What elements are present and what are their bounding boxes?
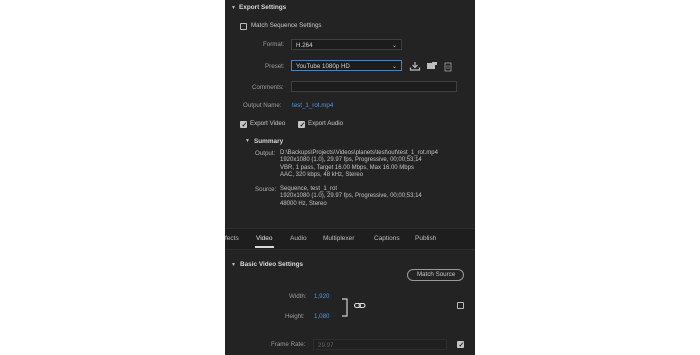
tab-bar: fects Video Audio Multiplexer Captions P… [225, 228, 475, 250]
summary-output-lines: D:\Backups\Projects\Videos\planets\test\… [280, 150, 438, 179]
collapse-caret-icon[interactable]: ▼ [245, 139, 250, 144]
preset-label: Preset: [265, 63, 285, 70]
output-name-label: Output Name: [243, 102, 282, 109]
match-source-button[interactable]: Match Source [407, 269, 464, 281]
tab-captions[interactable]: Captions [374, 235, 400, 242]
link-bracket [342, 298, 348, 317]
comments-input[interactable] [291, 81, 457, 92]
format-dropdown[interactable]: H.264 ⌄ [291, 39, 402, 50]
summary-source-line: 1920x1080 (1.0), 29.97 fps, Progressive,… [280, 193, 422, 200]
match-sequence-label: Match Sequence Settings [251, 22, 322, 29]
tab-publish[interactable]: Publish [415, 235, 436, 242]
summary-output-label: Output: [255, 150, 276, 157]
save-preset-icon[interactable] [409, 61, 421, 71]
export-video-label: Export Video [250, 120, 286, 127]
summary-output-line: AAC, 320 kbps, 48 kHz, Stereo [280, 171, 364, 178]
frame-rate-value: 29.97 [318, 342, 334, 349]
width-value[interactable]: 1,920 [314, 293, 329, 300]
tab-audio[interactable]: Audio [290, 235, 307, 242]
summary-source-line: 48000 Hz, Stereo [280, 200, 327, 207]
collapse-caret-icon[interactable]: ▼ [231, 6, 236, 11]
height-value[interactable]: 1,080 [314, 313, 329, 320]
summary-source-line: Sequence, test_1_rot [280, 186, 338, 192]
export-settings-header: Export Settings [239, 4, 287, 11]
match-sequence-checkbox[interactable] [240, 23, 247, 30]
delete-preset-icon[interactable] [444, 61, 452, 72]
chevron-down-icon: ⌄ [391, 63, 397, 70]
tab-multiplexer[interactable]: Multiplexer [323, 235, 354, 242]
preset-value: YouTube 1080p HD [296, 63, 350, 70]
height-label: Height: [285, 313, 305, 320]
frame-rate-dropdown[interactable]: 29.97 [313, 339, 447, 350]
dimension-override-checkbox[interactable] [457, 302, 464, 309]
match-source-label: Match Source [417, 271, 456, 278]
format-label: Format: [263, 41, 285, 48]
summary-output-line: VBR, 1 pass, Target 16.00 Mbps, Max 16.0… [280, 164, 414, 171]
frame-rate-label: Frame Rate: [271, 341, 306, 348]
summary-output-line: 1920x1080 (1.0), 29.97 fps, Progressive,… [280, 157, 422, 164]
format-value: H.264 [296, 42, 313, 49]
summary-source-label: Source: [255, 186, 277, 193]
comments-label: Comments: [252, 84, 284, 91]
export-audio-checkbox[interactable] [298, 121, 305, 129]
basic-video-settings-header: Basic Video Settings [240, 261, 304, 268]
summary-source-lines: Sequence, test_1_rot 1920x1080 (1.0), 29… [280, 186, 422, 208]
chain-link-icon[interactable] [354, 302, 366, 310]
width-label: Width: [289, 293, 307, 300]
active-tab-underline [255, 246, 274, 248]
output-name-link[interactable]: test_1_rot.mp4 [292, 102, 333, 109]
chevron-down-icon: ⌄ [391, 42, 397, 49]
summary-header: Summary [254, 138, 284, 145]
collapse-caret-icon[interactable]: ▼ [231, 263, 236, 268]
tab-effects[interactable]: fects [225, 235, 239, 242]
preset-dropdown[interactable]: YouTube 1080p HD ⌄ [291, 60, 402, 71]
tab-video[interactable]: Video [256, 235, 273, 242]
export-video-checkbox[interactable] [240, 121, 247, 129]
export-audio-label: Export Audio [308, 120, 344, 127]
import-preset-icon[interactable] [426, 61, 438, 71]
frame-rate-checkbox[interactable] [457, 341, 464, 349]
summary-output-line: D:\Backups\Projects\Videos\planets\test\… [280, 150, 438, 156]
export-settings-panel: ▼ Export Settings Match Sequence Setting… [225, 0, 475, 355]
